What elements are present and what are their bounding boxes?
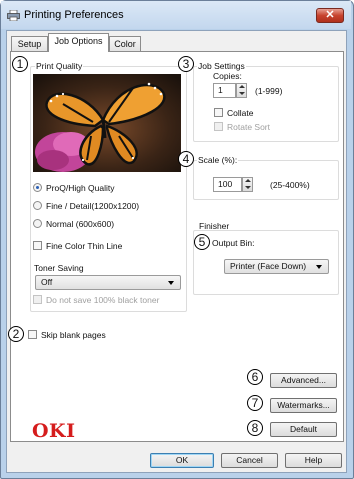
fine-detail-label[interactable]: Fine / Detail(1200x1200) [46,201,139,211]
fine-color-thin-line-checkbox[interactable] [33,241,42,250]
copies-input[interactable]: 1 [213,83,236,98]
spin-up-icon[interactable] [239,85,245,88]
scale-input[interactable]: 100 [213,177,242,192]
proq-high-quality-label[interactable]: ProQ/High Quality [46,183,115,193]
oki-logo: OKI [32,420,76,442]
advanced-button[interactable]: Advanced... [270,373,337,388]
chevron-down-icon [168,281,174,285]
callout-5: 5 [194,234,210,250]
print-quality-preview-image [33,74,181,172]
output-bin-label: Output Bin: [212,238,255,248]
close-button[interactable]: ✕ [316,8,344,23]
collate-label[interactable]: Collate [227,108,253,118]
toner-saving-value: Off [41,277,53,287]
scale-label: Scale (%): [197,155,239,165]
callout-4: 4 [178,151,194,167]
toner-saving-label: Toner Saving [34,263,84,273]
fine-detail-radio[interactable] [33,201,42,210]
callout-7: 7 [247,395,263,411]
collate-checkbox[interactable] [214,108,223,117]
spin-up-icon[interactable] [245,179,251,182]
tab-color[interactable]: Color [109,36,141,51]
scale-range: (25-400%) [270,180,310,190]
printer-icon [7,10,20,21]
callout-2: 2 [8,326,24,342]
callout-3: 3 [178,56,194,72]
print-quality-label: Print Quality [35,61,84,71]
spin-down-icon[interactable] [239,92,245,95]
callout-8: 8 [247,420,263,436]
callout-1: 1 [12,56,28,72]
chevron-down-icon [316,265,322,269]
output-bin-dropdown[interactable]: Printer (Face Down) [224,259,329,274]
fine-color-thin-line-label[interactable]: Fine Color Thin Line [46,241,122,251]
no-100-black-label: Do not save 100% black toner [46,295,160,305]
normal-600-label[interactable]: Normal (600x600) [46,219,114,229]
no-100-black-checkbox[interactable] [33,295,42,304]
rotate-sort-label: Rotate Sort [227,122,270,132]
callout-6: 6 [247,369,263,385]
help-button[interactable]: Help [285,453,342,468]
copies-spinner[interactable] [236,83,247,98]
rotate-sort-checkbox[interactable] [214,122,223,131]
ok-button[interactable]: OK [150,453,214,468]
cancel-button[interactable]: Cancel [221,453,278,468]
scale-spinner[interactable] [242,177,253,192]
proq-high-quality-radio[interactable] [33,183,42,192]
spin-down-icon[interactable] [245,186,251,189]
job-settings-label: Job Settings [197,61,246,71]
copies-range: (1-999) [255,86,283,96]
output-bin-value: Printer (Face Down) [230,261,307,271]
finisher-label: Finisher [199,221,230,231]
normal-600-radio[interactable] [33,219,42,228]
default-button[interactable]: Default [270,422,337,437]
skip-blank-pages-checkbox[interactable] [28,330,37,339]
toner-saving-dropdown[interactable]: Off [35,275,181,290]
window-title: Printing Preferences [24,9,124,21]
watermarks-button[interactable]: Watermarks... [270,398,337,413]
tab-job-options[interactable]: Job Options [48,33,109,52]
tab-setup[interactable]: Setup [11,36,48,51]
skip-blank-pages-label[interactable]: Skip blank pages [41,330,106,340]
copies-label: Copies: [213,71,242,81]
